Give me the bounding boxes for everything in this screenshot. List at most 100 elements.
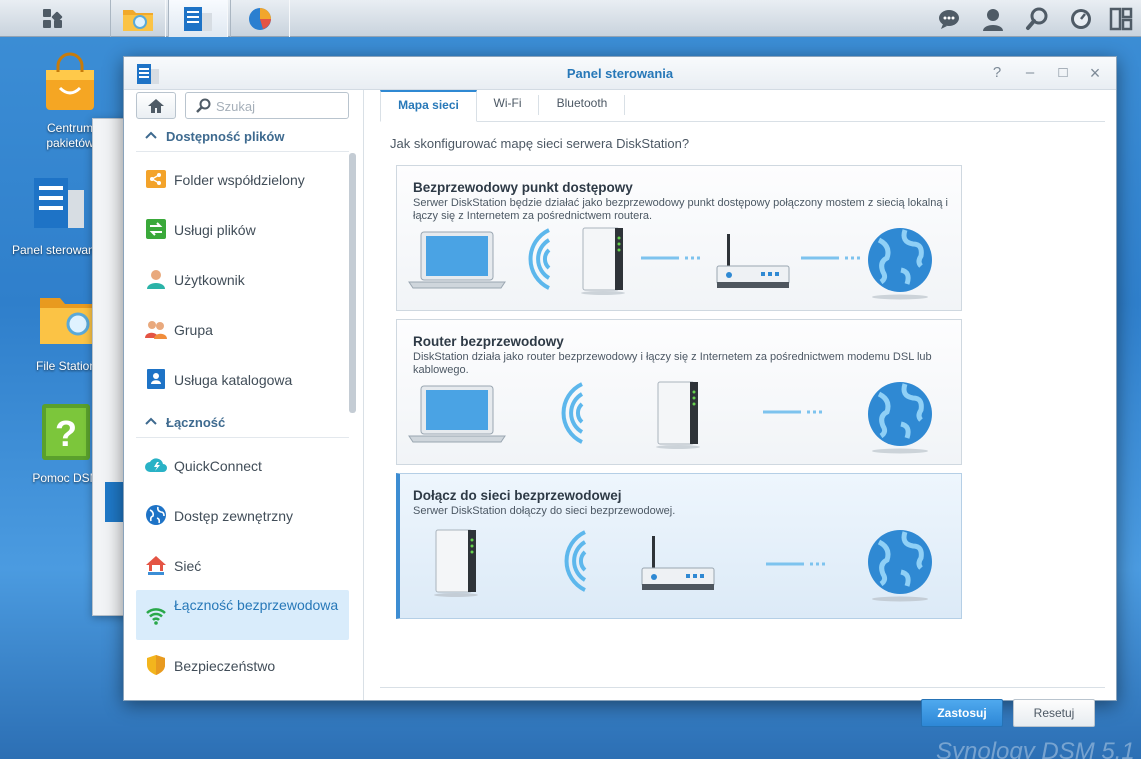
taskbar-app[interactable]: [230, 0, 290, 37]
sidebar-item-label: Grupa: [174, 322, 213, 338]
sidebar-item-label: Łączność bezprzewodowa: [174, 597, 339, 613]
minimize-button[interactable]: –: [1021, 64, 1039, 82]
sidebar-scrollbar[interactable]: [349, 153, 356, 413]
tab-wifi[interactable]: Wi-Fi: [480, 90, 535, 122]
shared-folder-icon: [146, 170, 166, 188]
apply-button[interactable]: Zastosuj: [921, 699, 1003, 727]
content-panel: Mapa sieci Wi-Fi Bluetooth Jak skonfigur…: [365, 90, 1116, 727]
sidebar-item-shared-folder[interactable]: Folder współdzielony: [136, 154, 349, 204]
home-button[interactable]: [136, 92, 176, 119]
sidebar-item-label: Dostęp zewnętrzny: [174, 508, 294, 524]
tab-network-map[interactable]: Mapa sieci: [380, 90, 477, 122]
section-file-sharing[interactable]: Dostępność plików: [136, 122, 349, 152]
sidebar-item-wireless[interactable]: Łączność bezprzewodowa: [136, 590, 349, 640]
wifi-signal-icon: [528, 228, 551, 290]
taskbar-file-station[interactable]: [110, 0, 166, 37]
reset-button[interactable]: Resetuj: [1013, 699, 1095, 727]
chevron-up-icon: [145, 131, 157, 139]
sidebar-item-group[interactable]: Grupa: [136, 304, 349, 354]
option-join-wireless[interactable]: Dołącz do sieci bezprzewodowej Serwer Di…: [396, 473, 962, 619]
window-title: Panel sterowania: [566, 66, 674, 81]
sidebar-item-label: Usługi plików: [174, 222, 256, 238]
user-icon: [147, 270, 165, 289]
widgets-button[interactable]: [1103, 0, 1139, 37]
taskbar: [0, 0, 1141, 37]
app-chart-icon: [249, 7, 271, 30]
group-icon: [145, 321, 167, 339]
control-panel-window[interactable]: Panel sterowania ? – □ × Szukaj Dostępno…: [123, 56, 1117, 727]
close-button[interactable]: ×: [1086, 64, 1104, 82]
option-wireless-router[interactable]: Router bezprzewodowy DiskStation działa …: [396, 319, 962, 465]
sidebar-item-network[interactable]: Sieć: [136, 540, 349, 590]
resource-monitor-button[interactable]: [1059, 0, 1103, 37]
section-label: Łączność: [166, 415, 226, 430]
user-button[interactable]: [971, 0, 1015, 37]
option-access-point[interactable]: Bezprzewodowy punkt dostępowy Serwer Dis…: [396, 165, 962, 311]
svg-text:?: ?: [55, 413, 77, 454]
quickconnect-icon: [145, 458, 167, 472]
search-icon: [196, 98, 211, 113]
search-input[interactable]: Szukaj: [185, 92, 349, 119]
chat-bubble-icon: [939, 9, 959, 29]
sidebar-item-security[interactable]: Bezpieczeństwo: [136, 640, 349, 690]
sidebar-item-directory-service[interactable]: Usługa katalogowa: [136, 354, 349, 404]
laptop-icon: [408, 385, 506, 443]
chevron-up-icon: [145, 417, 157, 425]
main-menu-button[interactable]: [31, 0, 75, 37]
sidebar-item-label: QuickConnect: [174, 458, 262, 474]
router-icon: [716, 234, 790, 288]
shield-icon: [147, 655, 165, 675]
option-description: DiskStation działa jako router bezprzewo…: [413, 351, 932, 376]
desktop-icon-control-panel[interactable]: Panel sterowania: [12, 174, 104, 258]
sidebar-item-quickconnect[interactable]: QuickConnect: [136, 440, 349, 490]
maximize-button[interactable]: □: [1054, 64, 1072, 82]
footer-divider: [380, 687, 1105, 688]
connection-line: [801, 256, 861, 260]
option-title: Bezprzewodowy punkt dostępowy: [413, 180, 633, 195]
tab-separator: [538, 95, 539, 115]
sidebar-item-label: Użytkownik: [174, 272, 245, 288]
sidebar-item-label: Usługa katalogowa: [174, 372, 293, 388]
diskstation-icon: [581, 227, 625, 295]
diskstation-icon: [434, 529, 478, 597]
sidebar-item-file-services[interactable]: Usługi plików: [136, 204, 349, 254]
tab-bluetooth[interactable]: Bluetooth: [542, 90, 622, 122]
option-description: Serwer DiskStation będzie działać jako b…: [413, 197, 948, 222]
diskstation-icon: [656, 381, 700, 449]
wifi-signal-icon: [561, 382, 584, 444]
tab-separator: [624, 95, 625, 115]
file-services-icon: [146, 219, 166, 239]
sidebar-item-label: Bezpieczeństwo: [174, 658, 276, 674]
home-icon: [148, 98, 164, 113]
option-description: Serwer DiskStation dołączy do sieci bezp…: [413, 505, 676, 517]
help-button[interactable]: ?: [988, 64, 1006, 82]
dsm-watermark: Synology DSM 5.1: [936, 738, 1135, 759]
sidebar-item-user[interactable]: Użytkownik: [136, 254, 349, 304]
shopping-bag-icon: [46, 52, 94, 110]
sidebar-item-label: Sieć: [174, 558, 202, 574]
sidebar-item-external-access[interactable]: Dostęp zewnętrzny: [136, 490, 349, 540]
connection-line: [766, 562, 826, 566]
gauge-icon: [1071, 8, 1091, 29]
directory-service-icon: [147, 369, 165, 389]
search-button[interactable]: [1015, 0, 1059, 37]
section-label: Dostępność plików: [166, 129, 285, 144]
router-icon: [641, 536, 715, 590]
globe-icon: [146, 505, 166, 525]
taskbar-control-panel[interactable]: [168, 0, 228, 37]
search-icon: [1026, 7, 1048, 30]
globe-icon: [868, 228, 932, 300]
help-icon: ?: [42, 404, 90, 460]
network-house-icon: [146, 556, 166, 575]
connection-line: [641, 256, 701, 260]
desktop-icon-label: Panel sterowania: [12, 243, 105, 257]
wifi-signal-icon: [564, 530, 587, 592]
globe-icon: [868, 382, 932, 454]
sidebar-item-label: Folder współdzielony: [174, 172, 305, 188]
control-panel-icon: [34, 178, 84, 228]
section-connectivity[interactable]: Łączność: [136, 408, 349, 438]
setup-question: Jak skonfigurować mapę sieci serwera Dis…: [390, 136, 690, 151]
widgets-icon: [1109, 7, 1133, 30]
notification-button[interactable]: [927, 0, 971, 37]
window-titlebar[interactable]: Panel sterowania ? – □ ×: [124, 57, 1116, 90]
